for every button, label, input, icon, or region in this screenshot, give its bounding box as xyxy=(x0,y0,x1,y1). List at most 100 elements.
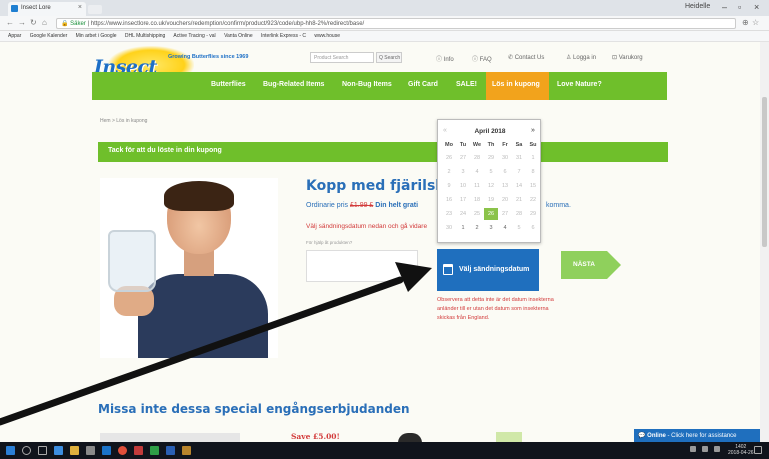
cart-link[interactable]: ⊡ Varukorg xyxy=(612,54,643,61)
chat-widget[interactable]: 💬 Online - Click here for assistance xyxy=(634,429,760,442)
login-link[interactable]: ♙ Logga in xyxy=(566,54,596,61)
volume-icon[interactable] xyxy=(702,446,708,452)
url-field[interactable]: 🔒 Säker | https://www.insectlore.co.uk/v… xyxy=(56,18,736,29)
day-cell[interactable]: 14 xyxy=(512,180,526,192)
day-cell[interactable]: 27 xyxy=(498,208,512,220)
mail-icon[interactable] xyxy=(102,446,111,455)
next-month-icon[interactable]: » xyxy=(531,127,535,134)
forward-icon[interactable]: → xyxy=(18,18,26,27)
search-button[interactable]: Q Search xyxy=(376,52,402,63)
nav-gift-card[interactable]: Gift Card xyxy=(408,81,438,88)
day-cell[interactable]: 27 xyxy=(456,152,470,164)
day-cell[interactable]: 10 xyxy=(456,180,470,192)
choose-ship-date-button[interactable]: Välj sändningsdatum xyxy=(437,249,539,291)
profile-name[interactable]: Heidelle xyxy=(685,3,710,10)
edge-icon[interactable] xyxy=(54,446,63,455)
app-icon[interactable] xyxy=(134,446,143,455)
minimize-icon[interactable]: – xyxy=(722,2,727,12)
day-cell[interactable]: 11 xyxy=(470,180,484,192)
day-cell[interactable]: 29 xyxy=(484,152,498,164)
taskbar-clock[interactable]: 1402 2018-04-26 xyxy=(728,444,754,456)
day-cell[interactable]: 5 xyxy=(512,222,526,234)
day-cell[interactable]: 17 xyxy=(456,194,470,206)
bookmark-item[interactable]: Active Tracing - val xyxy=(173,33,215,39)
next-button[interactable]: NÄSTA xyxy=(561,251,621,279)
breadcrumb[interactable]: Hem > Lös in kupong xyxy=(100,118,147,124)
day-cell[interactable]: 25 xyxy=(470,208,484,220)
offer-image-2[interactable] xyxy=(496,432,522,442)
day-cell[interactable]: 16 xyxy=(442,194,456,206)
day-cell[interactable]: 21 xyxy=(512,194,526,206)
day-cell[interactable]: 28 xyxy=(470,152,484,164)
word-icon[interactable] xyxy=(166,446,175,455)
day-cell[interactable]: 23 xyxy=(442,208,456,220)
nav-butterflies[interactable]: Butterflies xyxy=(211,81,246,88)
home-icon[interactable]: ⌂ xyxy=(42,18,47,27)
day-cell[interactable]: 7 xyxy=(512,166,526,178)
day-cell[interactable]: 28 xyxy=(512,208,526,220)
close-window-icon[interactable]: × xyxy=(754,2,759,12)
day-cell[interactable]: 2 xyxy=(470,222,484,234)
contact-link[interactable]: ✆ Contact Us xyxy=(508,54,544,61)
nav-bug-related[interactable]: Bug-Related Items xyxy=(263,81,324,88)
store-icon[interactable] xyxy=(86,446,95,455)
day-cell[interactable]: 5 xyxy=(484,166,498,178)
back-icon[interactable]: ← xyxy=(6,18,14,27)
maximize-icon[interactable]: ▫ xyxy=(738,2,741,12)
day-cell[interactable]: 18 xyxy=(470,194,484,206)
day-cell[interactable]: 31 xyxy=(512,152,526,164)
star-icon[interactable]: ☆ xyxy=(752,18,759,27)
start-icon[interactable] xyxy=(6,446,15,455)
bookmark-item[interactable]: Min arbet i Google xyxy=(76,33,117,39)
day-cell[interactable]: 26 xyxy=(484,208,498,220)
file-explorer-icon[interactable] xyxy=(70,446,79,455)
bookmark-item[interactable]: Interlink Express - C xyxy=(261,33,306,39)
notifications-icon[interactable] xyxy=(754,446,762,454)
chrome-icon[interactable] xyxy=(118,446,127,455)
bookmark-item[interactable]: Vanta Online xyxy=(224,33,253,39)
day-cell[interactable]: 19 xyxy=(484,194,498,206)
date-picker[interactable]: « April 2018 » Mo Tu We Th Fr Sa Su 26 27 28 29 30… xyxy=(437,119,541,243)
day-cell[interactable]: 6 xyxy=(526,222,540,234)
day-cell[interactable]: 1 xyxy=(526,152,540,164)
network-icon[interactable] xyxy=(714,446,720,452)
day-cell[interactable]: 30 xyxy=(442,222,456,234)
reload-icon[interactable]: ↻ xyxy=(30,18,37,27)
bookmark-item[interactable]: DHL Multishipping xyxy=(125,33,165,39)
faq-link[interactable]: ⓘ FAQ xyxy=(472,54,492,63)
nav-non-bug[interactable]: Non-Bug Items xyxy=(342,81,392,88)
day-cell[interactable]: 12 xyxy=(484,180,498,192)
bookmark-item[interactable]: Google Kalender xyxy=(30,33,68,39)
bookmark-item[interactable]: www.house xyxy=(314,33,340,39)
day-cell[interactable]: 24 xyxy=(456,208,470,220)
message-field[interactable] xyxy=(306,250,418,282)
search-icon[interactable] xyxy=(22,446,31,455)
new-tab-button[interactable] xyxy=(88,5,102,14)
day-cell[interactable]: 2 xyxy=(442,166,456,178)
day-cell[interactable]: 26 xyxy=(442,152,456,164)
day-cell[interactable]: 6 xyxy=(498,166,512,178)
day-cell[interactable]: 22 xyxy=(526,194,540,206)
day-cell[interactable]: 3 xyxy=(484,222,498,234)
day-cell[interactable]: 20 xyxy=(498,194,512,206)
offer-card[interactable] xyxy=(100,433,240,442)
day-cell[interactable]: 15 xyxy=(526,180,540,192)
day-cell[interactable]: 3 xyxy=(456,166,470,178)
info-link[interactable]: ⓘ Info xyxy=(436,54,454,63)
day-cell[interactable]: 29 xyxy=(526,208,540,220)
excel-icon[interactable] xyxy=(150,446,159,455)
day-cell[interactable]: 8 xyxy=(526,166,540,178)
browser-tab[interactable]: Insect Lore × xyxy=(8,2,86,16)
task-view-icon[interactable] xyxy=(38,446,47,455)
app-icon-2[interactable] xyxy=(182,446,191,455)
day-cell[interactable]: 1 xyxy=(456,222,470,234)
offer-image[interactable] xyxy=(398,433,422,442)
close-tab-icon[interactable]: × xyxy=(78,4,82,11)
day-cell[interactable]: 9 xyxy=(442,180,456,192)
page-scrollbar[interactable] xyxy=(760,42,769,442)
search-input[interactable]: Product Search xyxy=(310,52,374,63)
tray-icon[interactable] xyxy=(690,446,696,452)
day-cell[interactable]: 13 xyxy=(498,180,512,192)
zoom-icon[interactable]: ⊕ xyxy=(742,18,749,27)
scrollbar-thumb[interactable] xyxy=(762,97,767,247)
